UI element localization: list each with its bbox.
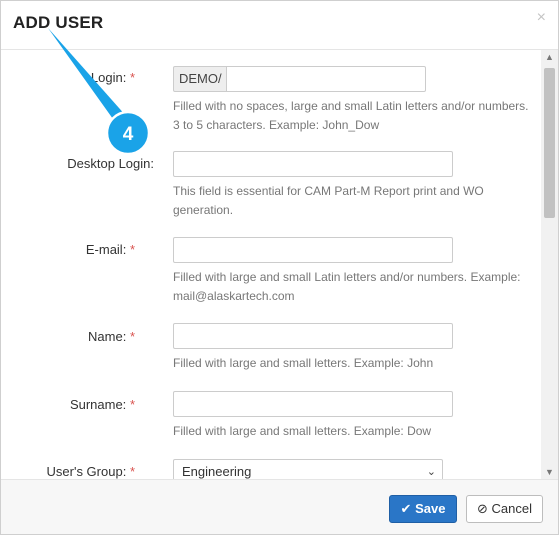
surname-help: Filled with large and small letters. Exa… [173,424,432,438]
required-mark: * [129,242,135,257]
surname-input[interactable] [173,391,453,417]
desktop-login-help: This field is essential for CAM Part-M R… [173,184,484,217]
email-label: E-mail: * [85,242,135,257]
name-input[interactable] [173,323,453,349]
cancel-button[interactable]: ⊘ Cancel [466,495,543,523]
required-mark: * [129,397,135,412]
scroll-up-icon[interactable]: ▲ [541,50,558,64]
email-help: Filled with large and small Latin letter… [173,270,521,303]
desktop-login-input[interactable] [173,151,453,177]
scrollbar[interactable]: ▲ ▼ [541,50,558,479]
close-icon[interactable]: × [537,9,546,27]
users-group-label: User's Group: * [46,464,135,479]
add-user-dialog: ADD USER × Login: * DEMO/ Filled with no… [0,0,559,535]
users-group-selected: Engineering [182,464,252,479]
dialog-title: ADD USER [13,13,104,32]
chevron-down-icon: ⌄ [426,466,436,478]
dialog-body: Login: * DEMO/ Filled with no spaces, la… [1,50,541,479]
users-group-select[interactable]: Engineering ⌄ [173,459,443,479]
scroll-thumb[interactable] [544,68,555,218]
scroll-down-icon[interactable]: ▼ [541,465,558,479]
save-button[interactable]: ✔ Save [389,495,457,523]
save-button-label: Save [415,501,446,516]
dialog-footer: ✔ Save ⊘ Cancel [1,479,558,534]
login-input[interactable] [226,66,426,92]
check-icon: ✔ [400,501,412,516]
login-prefix: DEMO/ [173,66,227,92]
required-mark: * [129,329,135,344]
required-mark: * [129,464,135,479]
name-label: Name: * [88,329,135,344]
cancel-icon: ⊘ [477,501,488,516]
desktop-login-label: Desktop Login: [67,156,154,171]
login-label: Login: * [90,70,135,85]
name-help: Filled with large and small letters. Exa… [173,356,434,370]
surname-label: Surname: * [69,397,135,412]
required-mark: * [129,70,135,85]
login-help: Filled with no spaces, large and small L… [173,99,529,132]
email-input[interactable] [173,237,453,263]
dialog-header: ADD USER × [1,1,558,50]
cancel-button-label: Cancel [491,501,532,516]
